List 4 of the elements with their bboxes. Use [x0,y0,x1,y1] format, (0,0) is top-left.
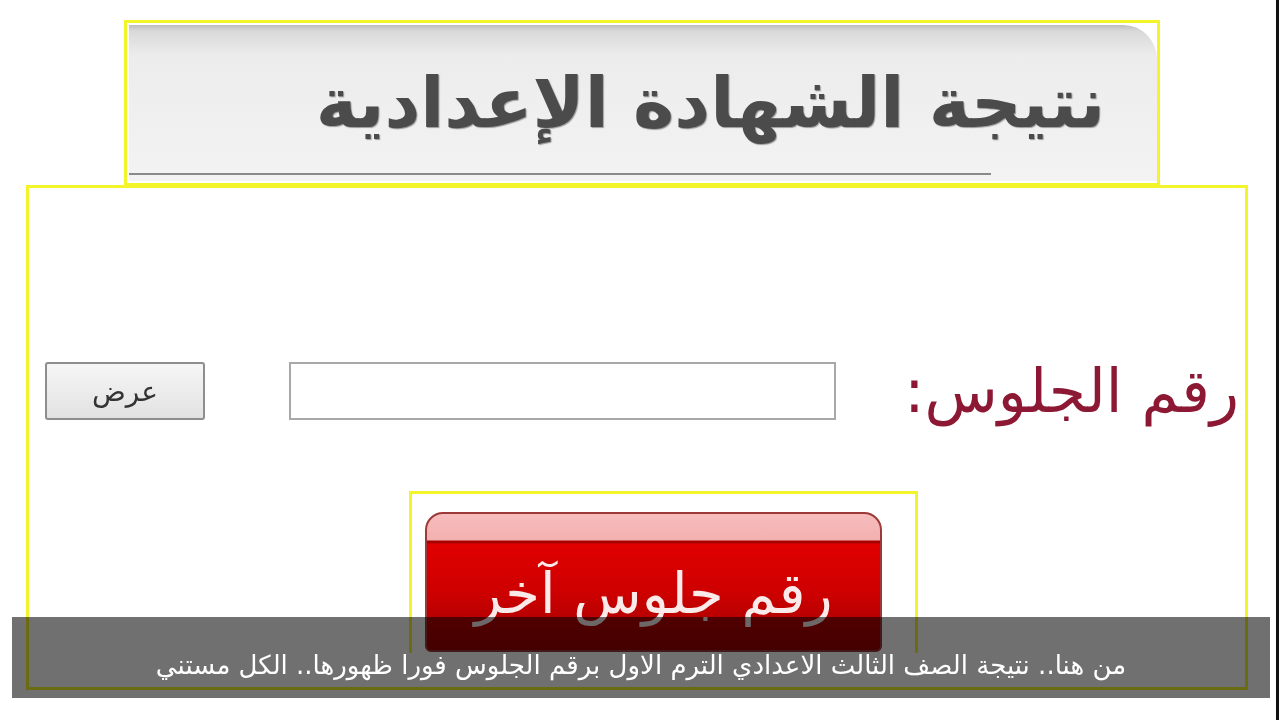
other-seat-number-button[interactable]: رقم جلوس آخر [425,512,882,652]
seat-number-field[interactable] [289,362,836,420]
page-title: نتيجة الشهادة الإعدادية [314,63,1106,143]
show-button[interactable]: عرض [45,362,205,420]
